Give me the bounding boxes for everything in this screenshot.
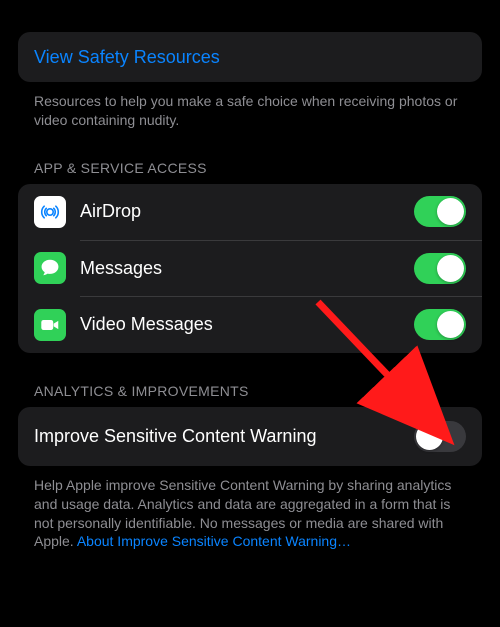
video-messages-row: Video Messages [18, 297, 482, 353]
messages-label: Messages [80, 258, 414, 279]
airdrop-icon [34, 196, 66, 228]
airdrop-toggle[interactable] [414, 196, 466, 227]
improve-toggle[interactable] [414, 421, 466, 452]
airdrop-label: AirDrop [80, 201, 414, 222]
about-improve-link[interactable]: About Improve Sensitive Content Warning… [77, 533, 351, 549]
link-label: View Safety Resources [34, 47, 220, 68]
video-icon [34, 309, 66, 341]
messages-icon [34, 252, 66, 284]
safety-footer: Resources to help you make a safe choice… [18, 82, 482, 130]
messages-row: Messages [18, 240, 482, 296]
messages-toggle[interactable] [414, 253, 466, 284]
analytics-header: ANALYTICS & IMPROVEMENTS [18, 353, 482, 407]
app-service-header: APP & SERVICE ACCESS [18, 130, 482, 184]
app-service-group: AirDrop Messages Video Messages [18, 184, 482, 353]
video-messages-label: Video Messages [80, 314, 414, 335]
improve-row: Improve Sensitive Content Warning [18, 407, 482, 466]
view-safety-resources-link[interactable]: View Safety Resources [18, 32, 482, 82]
analytics-group: Improve Sensitive Content Warning [18, 407, 482, 466]
video-messages-toggle[interactable] [414, 309, 466, 340]
improve-label: Improve Sensitive Content Warning [34, 426, 414, 447]
airdrop-row: AirDrop [18, 184, 482, 240]
safety-resources-group: View Safety Resources [18, 32, 482, 82]
analytics-footer: Help Apple improve Sensitive Content War… [18, 466, 482, 552]
